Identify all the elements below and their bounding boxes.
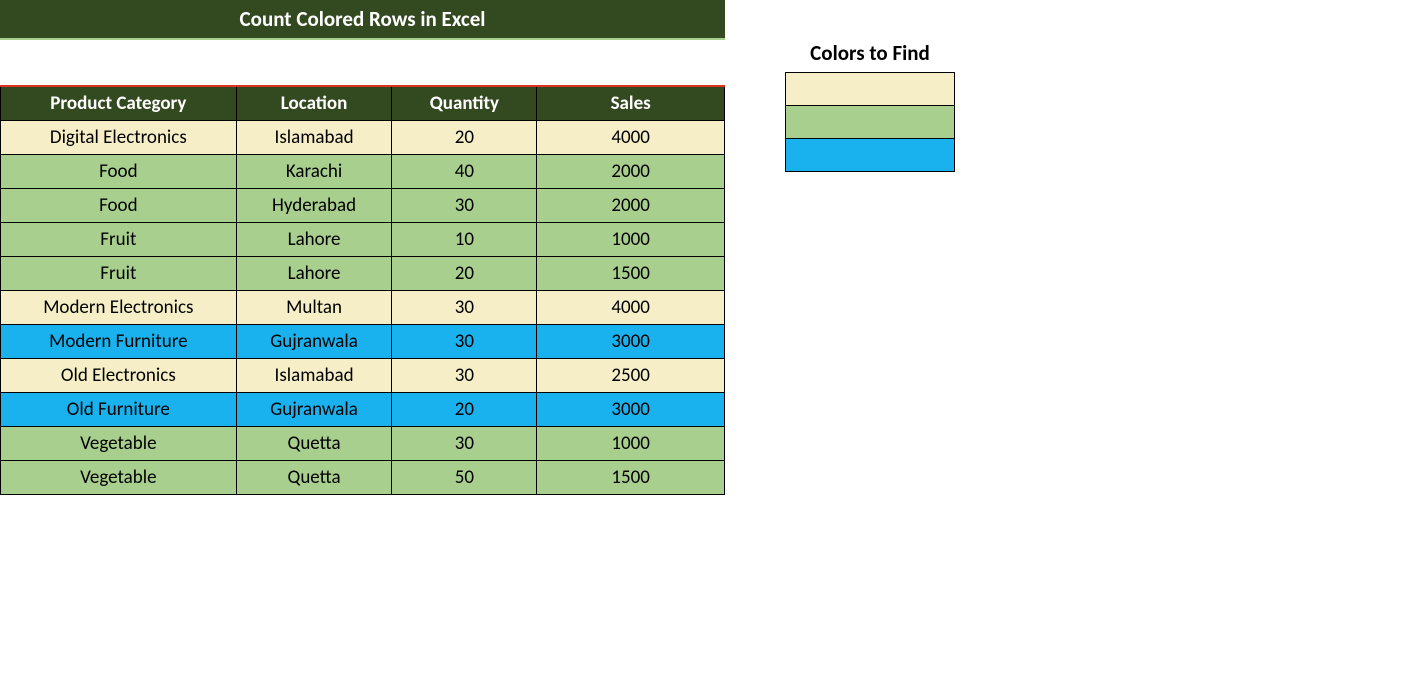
data-table: Product Category Location Quantity Sales… (0, 85, 725, 495)
cell-sales: 4000 (537, 291, 725, 325)
cell-location: Quetta (236, 427, 392, 461)
header-quantity: Quantity (392, 86, 537, 121)
header-row: Product Category Location Quantity Sales (1, 86, 725, 121)
cell-quantity: 10 (392, 223, 537, 257)
cell-quantity: 30 (392, 427, 537, 461)
table-row: FoodHyderabad302000 (1, 189, 725, 223)
header-location: Location (236, 86, 392, 121)
cell-quantity: 20 (392, 393, 537, 427)
cell-quantity: 40 (392, 155, 537, 189)
header-product: Product Category (1, 86, 237, 121)
cell-sales: 2000 (537, 189, 725, 223)
legend-swatch-blue (786, 139, 955, 172)
legend-swatch-green (786, 106, 955, 139)
cell-sales: 2000 (537, 155, 725, 189)
legend-section: Colors to Find (785, 40, 955, 495)
cell-quantity: 30 (392, 359, 537, 393)
cell-location: Gujranwala (236, 393, 392, 427)
cell-sales: 1500 (537, 461, 725, 495)
cell-location: Islamabad (236, 359, 392, 393)
cell-location: Lahore (236, 257, 392, 291)
table-row: FruitLahore101000 (1, 223, 725, 257)
cell-quantity: 30 (392, 189, 537, 223)
cell-product: Digital Electronics (1, 121, 237, 155)
table-row: FoodKarachi402000 (1, 155, 725, 189)
cell-sales: 2500 (537, 359, 725, 393)
table-row: Old FurnitureGujranwala203000 (1, 393, 725, 427)
table-row: Old ElectronicsIslamabad302500 (1, 359, 725, 393)
cell-sales: 1000 (537, 427, 725, 461)
legend-swatch-cream (786, 73, 955, 106)
cell-sales: 3000 (537, 393, 725, 427)
cell-quantity: 30 (392, 325, 537, 359)
table-row: Digital ElectronicsIslamabad204000 (1, 121, 725, 155)
cell-product: Fruit (1, 257, 237, 291)
cell-product: Modern Electronics (1, 291, 237, 325)
cell-location: Karachi (236, 155, 392, 189)
legend-title: Colors to Find (785, 40, 955, 72)
page-title: Count Colored Rows in Excel (0, 0, 725, 40)
table-row: Modern FurnitureGujranwala303000 (1, 325, 725, 359)
legend-table (785, 72, 955, 172)
cell-product: Modern Furniture (1, 325, 237, 359)
table-row: VegetableQuetta501500 (1, 461, 725, 495)
table-row: FruitLahore201500 (1, 257, 725, 291)
cell-product: Vegetable (1, 427, 237, 461)
cell-quantity: 50 (392, 461, 537, 495)
header-sales: Sales (537, 86, 725, 121)
cell-product: Vegetable (1, 461, 237, 495)
cell-sales: 1000 (537, 223, 725, 257)
cell-quantity: 20 (392, 121, 537, 155)
cell-sales: 3000 (537, 325, 725, 359)
cell-location: Quetta (236, 461, 392, 495)
cell-quantity: 20 (392, 257, 537, 291)
cell-location: Islamabad (236, 121, 392, 155)
cell-location: Hyderabad (236, 189, 392, 223)
cell-location: Lahore (236, 223, 392, 257)
table-row: Modern ElectronicsMultan304000 (1, 291, 725, 325)
cell-product: Old Furniture (1, 393, 237, 427)
cell-sales: 4000 (537, 121, 725, 155)
cell-quantity: 30 (392, 291, 537, 325)
cell-product: Food (1, 189, 237, 223)
cell-product: Food (1, 155, 237, 189)
cell-product: Old Electronics (1, 359, 237, 393)
cell-location: Multan (236, 291, 392, 325)
cell-product: Fruit (1, 223, 237, 257)
cell-location: Gujranwala (236, 325, 392, 359)
table-row: VegetableQuetta301000 (1, 427, 725, 461)
cell-sales: 1500 (537, 257, 725, 291)
